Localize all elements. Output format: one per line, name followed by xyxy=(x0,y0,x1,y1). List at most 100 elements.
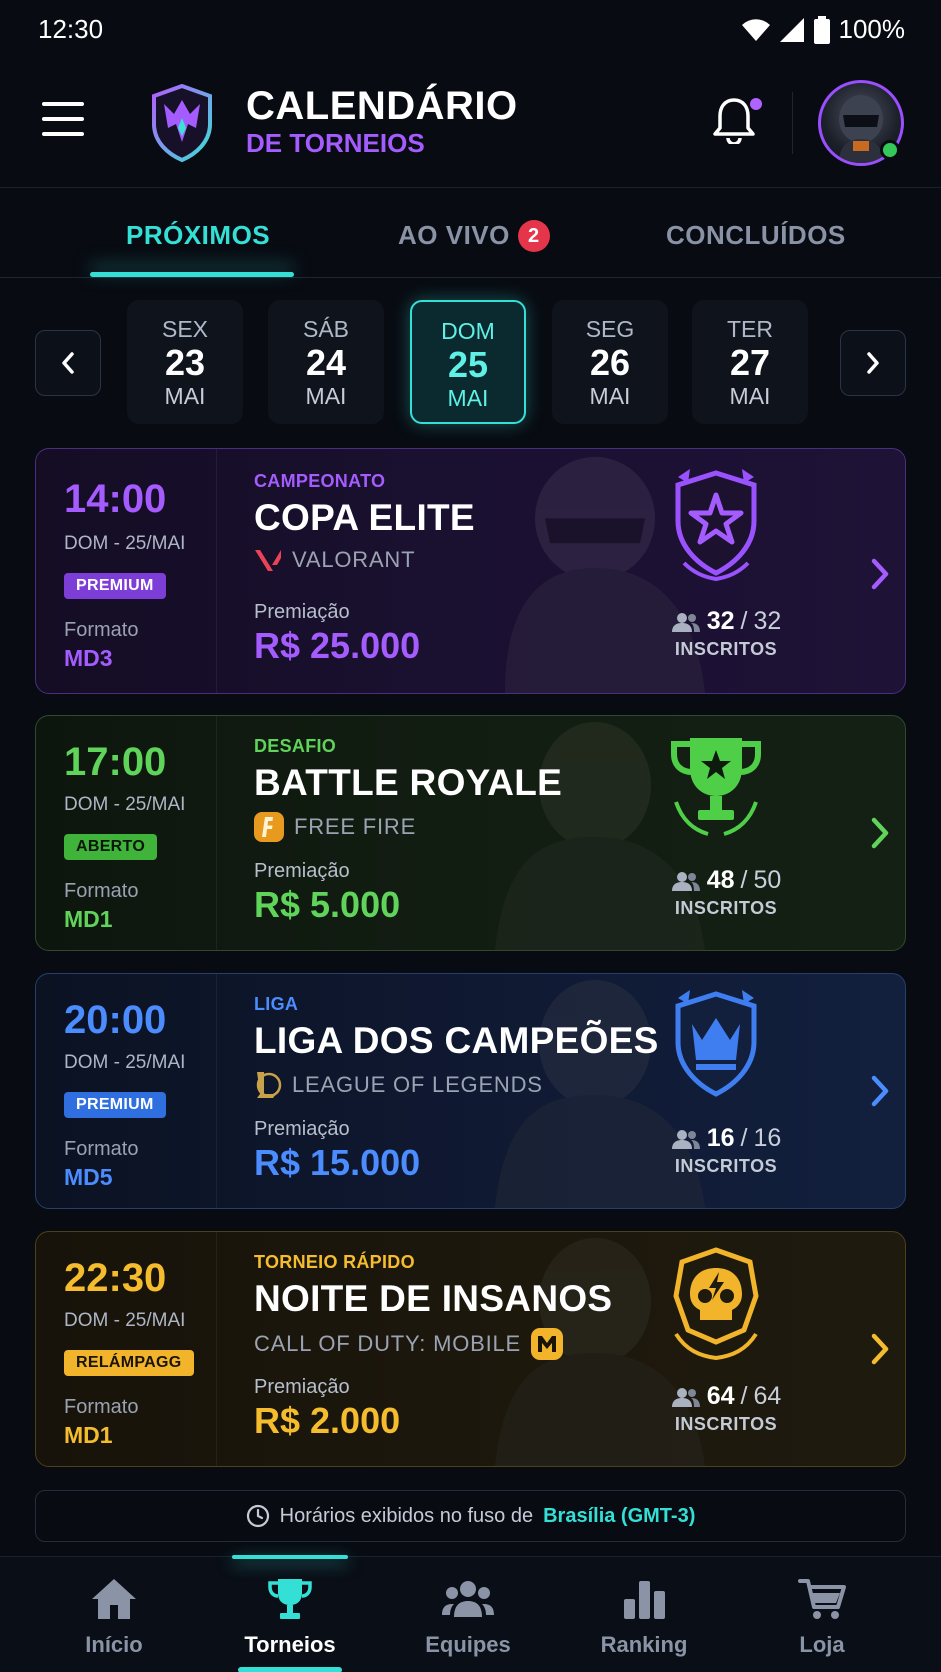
star-shield-icon xyxy=(675,469,757,582)
trophy-icon xyxy=(268,1579,312,1619)
tournament-card[interactable]: 22:30 DOM - 25/MAI RELÁMPAGG Formato MD1… xyxy=(35,1231,906,1467)
date-day: 27 xyxy=(729,342,771,383)
skull-icon xyxy=(673,1247,759,1360)
format-label: Formato xyxy=(64,880,139,902)
home-icon xyxy=(92,1579,136,1619)
menu-button[interactable] xyxy=(42,102,84,136)
tab-label: PRÓXIMOS xyxy=(126,220,271,250)
active-tab-indicator xyxy=(90,272,294,277)
tournament-date: DOM - 25/MAI xyxy=(64,533,186,554)
tournament-category: CAMPEONATO xyxy=(254,471,386,491)
date-weekday: SEX xyxy=(161,316,209,342)
tournament-date: DOM - 25/MAI xyxy=(64,1052,186,1073)
tournament-card[interactable]: 17:00 DOM - 25/MAI ABERTO Formato MD1 DE… xyxy=(35,715,906,951)
home-indicator xyxy=(238,1667,342,1672)
users-icon xyxy=(671,871,700,891)
tournament-time: 17:00 xyxy=(64,740,167,784)
timezone-text: Horários exibidos no fuso de xyxy=(279,1504,534,1527)
format-label: Formato xyxy=(64,1138,139,1160)
nav-torneios[interactable]: Torneios xyxy=(220,1577,360,1658)
signal-icon xyxy=(779,17,804,42)
next-date-button[interactable] xyxy=(840,330,906,396)
notification-dot xyxy=(750,98,762,110)
registration-count: 16/16 xyxy=(656,1124,796,1153)
date-item-selected[interactable]: DOM 25 MAI xyxy=(410,300,526,424)
tier-badge: PREMIUM xyxy=(64,573,166,599)
registration-count: 32/32 xyxy=(656,607,796,636)
date-item[interactable]: SEX 23 MAI xyxy=(127,300,243,424)
chevron-right-icon[interactable] xyxy=(869,557,891,591)
app-title: CALENDÁRIO DE TORNEIOS xyxy=(246,84,518,158)
online-status-dot xyxy=(880,140,900,160)
tournament-time: 14:00 xyxy=(64,477,167,521)
tournament-date: DOM - 25/MAI xyxy=(64,1310,186,1331)
count-separator: / xyxy=(740,866,748,894)
nav-label: Torneios xyxy=(244,1632,336,1657)
prize-label: Premiação xyxy=(254,1118,350,1140)
wifi-icon xyxy=(741,18,770,41)
chevron-right-icon[interactable] xyxy=(869,1332,891,1366)
chevron-right-icon[interactable] xyxy=(869,816,891,850)
format-label: Formato xyxy=(64,619,139,641)
prize-label: Premiação xyxy=(254,1376,350,1398)
league-icon xyxy=(256,1072,282,1098)
tournament-game: FREE FIRE xyxy=(254,812,416,842)
tab-concluidos[interactable]: CONCLUÍDOS xyxy=(666,220,846,251)
tab-label: CONCLUÍDOS xyxy=(666,220,846,250)
status-icons: 100% xyxy=(741,14,905,45)
live-count-badge: 2 xyxy=(517,220,550,252)
tournament-category: LIGA xyxy=(254,994,299,1014)
format-value: MD1 xyxy=(64,906,113,932)
registered-label: INSCRITOS xyxy=(674,898,778,918)
date-month: MAI xyxy=(589,383,631,409)
tournament-tabs: PRÓXIMOS AO VIVO 2 CONCLUÍDOS xyxy=(0,190,941,278)
tournament-time: 20:00 xyxy=(64,998,167,1042)
tab-ao-vivo[interactable]: AO VIVO 2 xyxy=(398,220,550,252)
nav-loja[interactable]: Loja xyxy=(752,1577,892,1658)
bottom-navigation: Início Torneios Equipes Ranking Loja xyxy=(0,1555,941,1672)
date-weekday: SÁB xyxy=(302,316,350,342)
app-logo-icon xyxy=(152,84,212,162)
date-month: MAI xyxy=(447,385,489,411)
nav-inicio[interactable]: Início xyxy=(44,1577,184,1658)
tournament-game: VALORANT xyxy=(254,547,415,573)
game-name: VALORANT xyxy=(292,547,416,572)
status-time: 12:30 xyxy=(38,14,104,44)
date-day: 23 xyxy=(164,342,206,383)
tournament-name: BATTLE ROYALE xyxy=(254,762,563,803)
nav-equipes[interactable]: Equipes xyxy=(398,1577,538,1658)
free-fire-icon xyxy=(254,812,284,842)
date-month: MAI xyxy=(164,383,206,409)
previous-date-button[interactable] xyxy=(35,330,101,396)
prize-value: R$ 25.000 xyxy=(254,625,421,666)
tournament-name: LIGA DOS CAMPEÕES xyxy=(254,1020,659,1061)
tournament-card[interactable]: 20:00 DOM - 25/MAI PREMIUM Formato MD5 L… xyxy=(35,973,906,1209)
tournament-name: NOITE DE INSANOS xyxy=(254,1278,613,1319)
tab-proximos[interactable]: PRÓXIMOS xyxy=(126,220,270,251)
bar-chart-icon xyxy=(624,1581,665,1619)
prize-value: R$ 15.000 xyxy=(254,1142,421,1183)
tournament-category: TORNEIO RÁPIDO xyxy=(254,1252,415,1272)
date-item[interactable]: SEG 26 MAI xyxy=(552,300,668,424)
title-line-1: CALENDÁRIO xyxy=(246,84,518,128)
registration-count: 48/50 xyxy=(656,866,796,895)
date-item[interactable]: SÁB 24 MAI xyxy=(268,300,384,424)
tournament-card[interactable]: 14:00 DOM - 25/MAI PREMIUM Formato MD3 C… xyxy=(35,448,906,694)
prize-value: R$ 5.000 xyxy=(254,884,401,925)
trophy-icon xyxy=(671,738,761,836)
date-month: MAI xyxy=(729,383,771,409)
chevron-right-icon xyxy=(867,352,879,374)
chevron-left-icon xyxy=(62,352,74,374)
cart-icon xyxy=(798,1579,846,1619)
tier-badge: PREMIUM xyxy=(64,1092,166,1118)
nav-label: Início xyxy=(85,1632,143,1657)
count-separator: / xyxy=(740,607,748,635)
cod-mobile-icon xyxy=(531,1328,564,1360)
chevron-right-icon[interactable] xyxy=(869,1074,891,1108)
nav-ranking[interactable]: Ranking xyxy=(574,1577,714,1658)
header-divider xyxy=(792,92,793,154)
date-item[interactable]: TER 27 MAI xyxy=(692,300,808,424)
registered-count: 48 xyxy=(706,866,735,894)
status-badge: RELÁMPAGG xyxy=(64,1350,194,1376)
tournament-time: 22:30 xyxy=(64,1256,167,1300)
